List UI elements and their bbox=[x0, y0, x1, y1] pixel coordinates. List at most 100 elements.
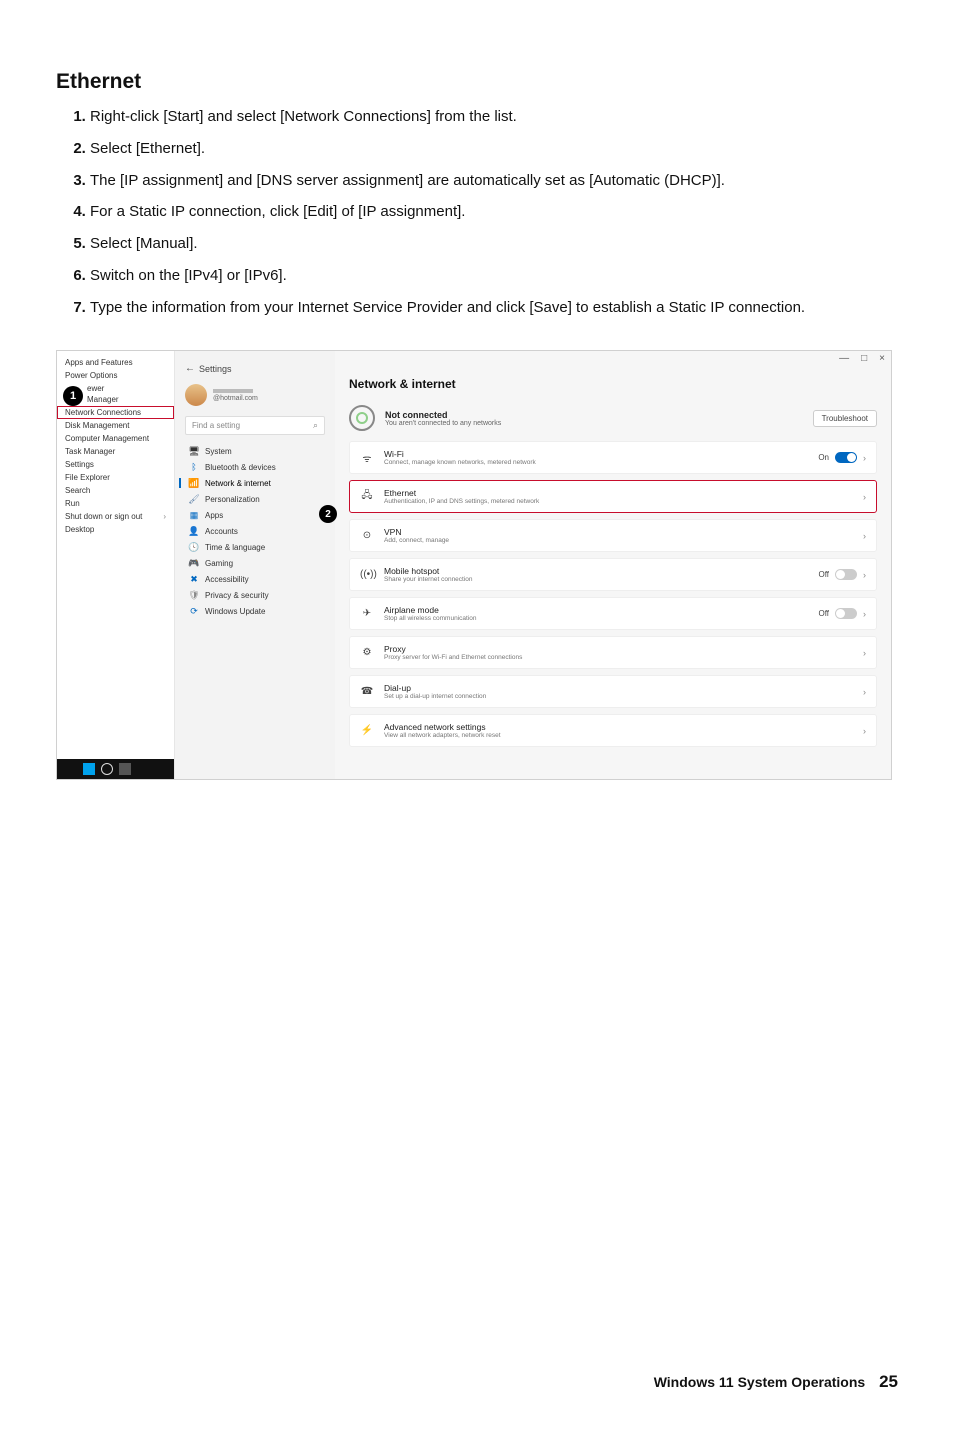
sidebar-item-label: Personalization bbox=[205, 495, 260, 504]
sidebar-item-label: Accessibility bbox=[205, 575, 249, 584]
row-subtitle: Stop all wireless communication bbox=[384, 615, 476, 622]
row-title: Airplane mode bbox=[384, 605, 476, 615]
sidebar-item-windows-update[interactable]: ⟳ Windows Update bbox=[185, 603, 325, 619]
settings-row-wi-fi[interactable]: ᯤWi-FiConnect, manage known networks, me… bbox=[349, 441, 877, 474]
search-input[interactable]: Find a setting ⌕ bbox=[185, 416, 325, 435]
toggle-switch[interactable] bbox=[835, 608, 857, 619]
ctx-item[interactable]: Search bbox=[57, 484, 174, 497]
ctx-item-shutdown[interactable]: Shut down or sign out › bbox=[57, 510, 174, 523]
step-item: Type the information from your Internet … bbox=[90, 297, 898, 319]
row-subtitle: Authentication, IP and DNS settings, met… bbox=[384, 498, 539, 505]
sidebar-item-label: Time & language bbox=[205, 543, 265, 552]
ctx-label: Shut down or sign out bbox=[65, 512, 142, 521]
back-button[interactable]: ← bbox=[185, 363, 195, 374]
account-header[interactable]: @hotmail.com bbox=[185, 384, 325, 406]
toggle-label: Off bbox=[818, 609, 829, 618]
sidebar-item-privacy-security[interactable]: 🛡 Privacy & security bbox=[185, 587, 325, 603]
row-trailing: › bbox=[863, 531, 866, 541]
ctx-item[interactable]: Apps and Features bbox=[57, 356, 174, 369]
settings-content: — □ × Network & internet Not connected Y… bbox=[335, 351, 891, 779]
page-number: 25 bbox=[879, 1372, 898, 1391]
search-placeholder: Find a setting bbox=[192, 421, 240, 430]
maximize-button[interactable]: □ bbox=[861, 353, 867, 364]
sidebar-item-label: Network & internet bbox=[205, 479, 271, 488]
sidebar-item-label: Apps bbox=[205, 511, 223, 520]
sidebar-item-personalization[interactable]: 🖌 Personalization bbox=[185, 491, 325, 507]
minimize-button[interactable]: — bbox=[839, 353, 849, 364]
ctx-item[interactable]: Disk Management bbox=[57, 419, 174, 432]
toggle-switch[interactable] bbox=[835, 569, 857, 580]
taskbar-search-icon[interactable] bbox=[101, 763, 113, 775]
settings-row-mobile-hotspot[interactable]: ((•))Mobile hotspotShare your internet c… bbox=[349, 558, 877, 591]
settings-row-dial-up[interactable]: ☎Dial-upSet up a dial-up internet connec… bbox=[349, 675, 877, 708]
row-subtitle: Add, connect, manage bbox=[384, 537, 449, 544]
troubleshoot-button[interactable]: Troubleshoot bbox=[813, 410, 877, 427]
row-subtitle: Set up a dial-up internet connection bbox=[384, 693, 486, 700]
sidebar-icon: 🛡 bbox=[189, 590, 199, 600]
screenshot-figure: 1 Apps and Features Power Options ewer M… bbox=[56, 350, 892, 780]
start-context-menu: 1 Apps and Features Power Options ewer M… bbox=[57, 351, 175, 779]
settings-row-vpn[interactable]: ⊙VPNAdd, connect, manage› bbox=[349, 519, 877, 552]
row-title: VPN bbox=[384, 527, 449, 537]
chevron-right-icon: › bbox=[863, 531, 866, 541]
row-icon: ⚙ bbox=[360, 647, 374, 658]
sidebar-icon: 🖌 bbox=[189, 494, 199, 504]
row-icon: 🖧 bbox=[360, 488, 374, 505]
sidebar-item-accessibility[interactable]: ✖Accessibility bbox=[185, 571, 325, 587]
sidebar-item-bluetooth-devices[interactable]: ᛒBluetooth & devices bbox=[185, 459, 325, 475]
sidebar-item-label: Bluetooth & devices bbox=[205, 463, 276, 472]
sidebar-item-label: Privacy & security bbox=[205, 591, 269, 600]
start-button-icon[interactable] bbox=[83, 763, 95, 775]
ctx-item[interactable]: File Explorer bbox=[57, 471, 174, 484]
ctx-item[interactable]: Task Manager bbox=[57, 445, 174, 458]
taskbar-app-icon[interactable] bbox=[119, 763, 131, 775]
chevron-right-icon: › bbox=[863, 492, 866, 502]
sidebar-item-label: System bbox=[205, 447, 232, 456]
ctx-item[interactable]: Run bbox=[57, 497, 174, 510]
chevron-right-icon: › bbox=[863, 687, 866, 697]
sidebar-item-accounts[interactable]: 👤Accounts bbox=[185, 523, 325, 539]
chevron-right-icon: › bbox=[863, 453, 866, 463]
sidebar-item-apps[interactable]: ▦Apps bbox=[185, 507, 325, 523]
sidebar-icon: ⟳ bbox=[189, 606, 199, 616]
sidebar-icon: 🖥 bbox=[189, 446, 199, 456]
row-subtitle: Share your internet connection bbox=[384, 576, 473, 583]
chevron-right-icon: › bbox=[863, 726, 866, 736]
sidebar-app-title: Settings bbox=[199, 364, 232, 374]
step-item: Select [Ethernet]. bbox=[90, 138, 898, 160]
settings-row-proxy[interactable]: ⚙ProxyProxy server for Wi-Fi and Etherne… bbox=[349, 636, 877, 669]
sidebar-item-network-internet[interactable]: 📶Network & internet bbox=[185, 475, 325, 491]
ctx-item[interactable]: Power Options bbox=[57, 369, 174, 382]
settings-row-advanced-network-settings[interactable]: ⚡Advanced network settingsView all netwo… bbox=[349, 714, 877, 747]
row-icon: ((•)) bbox=[360, 569, 374, 580]
ctx-item[interactable]: Computer Management bbox=[57, 432, 174, 445]
ctx-item[interactable]: Desktop bbox=[57, 523, 174, 536]
settings-row-ethernet[interactable]: 🖧EthernetAuthentication, IP and DNS sett… bbox=[349, 480, 877, 513]
chevron-right-icon: › bbox=[863, 609, 866, 619]
row-trailing: On› bbox=[818, 452, 866, 463]
close-button[interactable]: × bbox=[879, 353, 885, 364]
page-title: Network & internet bbox=[349, 377, 877, 391]
row-subtitle: Connect, manage known networks, metered … bbox=[384, 459, 536, 466]
ctx-item-network-connections[interactable]: Network Connections bbox=[57, 406, 174, 419]
sidebar-item-label: Accounts bbox=[205, 527, 238, 536]
search-icon: ⌕ bbox=[313, 420, 318, 431]
row-trailing: › bbox=[863, 492, 866, 502]
step-item: Right-click [Start] and select [Network … bbox=[90, 106, 898, 128]
step-item: Switch on the [IPv4] or [IPv6]. bbox=[90, 265, 898, 287]
settings-row-airplane-mode[interactable]: ✈Airplane modeStop all wireless communic… bbox=[349, 597, 877, 630]
ctx-item[interactable]: Settings bbox=[57, 458, 174, 471]
sidebar-item-system[interactable]: 🖥 System bbox=[185, 443, 325, 459]
sidebar-item-label: Windows Update bbox=[205, 607, 265, 616]
row-trailing: Off› bbox=[818, 569, 866, 580]
account-email: @hotmail.com bbox=[213, 395, 258, 402]
row-trailing: › bbox=[863, 648, 866, 658]
toggle-switch[interactable] bbox=[835, 452, 857, 463]
step-item: Select [Manual]. bbox=[90, 233, 898, 255]
network-status-icon bbox=[349, 405, 375, 431]
sidebar-item-gaming[interactable]: 🎮Gaming bbox=[185, 555, 325, 571]
sidebar-item-time-language[interactable]: 🕓Time & language bbox=[185, 539, 325, 555]
row-title: Advanced network settings bbox=[384, 722, 501, 732]
row-title: Proxy bbox=[384, 644, 522, 654]
window-controls: — □ × bbox=[839, 353, 885, 364]
